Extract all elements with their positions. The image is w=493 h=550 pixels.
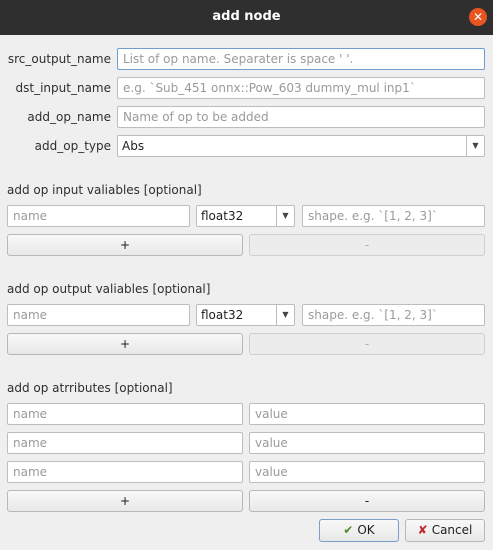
close-icon[interactable]: ✕ — [469, 8, 487, 26]
chevron-down-icon: ▼ — [276, 305, 294, 325]
check-arrow-icon: ✔ — [343, 523, 354, 537]
input-variables-title: add op input valiables [optional] — [7, 183, 202, 197]
attribute-value-input[interactable] — [249, 461, 485, 483]
add-attribute-button[interactable]: + — [7, 490, 243, 512]
add-op-type-value: Abs — [122, 139, 145, 153]
ok-button[interactable]: ✔ OK — [319, 519, 399, 542]
cancel-button-label: Cancel — [431, 523, 473, 537]
attribute-name-input[interactable] — [7, 403, 243, 425]
add-op-type-select[interactable]: Abs ▼ — [117, 135, 485, 157]
add-op-name-input[interactable] — [117, 106, 485, 128]
input-variable-dtype-value: float32 — [201, 209, 244, 223]
remove-output-variable-button[interactable]: - — [249, 333, 485, 355]
input-variable-shape-input[interactable] — [302, 205, 485, 227]
attribute-value-input[interactable] — [249, 403, 485, 425]
input-variable-dtype-select[interactable]: float32 ▼ — [196, 205, 295, 227]
remove-input-variable-button[interactable]: - — [249, 234, 485, 256]
dst-input-name-label: dst_input_name — [15, 81, 111, 95]
output-variable-dtype-select[interactable]: float32 ▼ — [196, 304, 295, 326]
attribute-value-input[interactable] — [249, 432, 485, 454]
add-op-type-label: add_op_type — [34, 139, 111, 153]
attribute-name-input[interactable] — [7, 432, 243, 454]
output-variable-shape-input[interactable] — [302, 304, 485, 326]
attribute-name-input[interactable] — [7, 461, 243, 483]
add-output-variable-button[interactable]: + — [7, 333, 243, 355]
input-variable-name-input[interactable] — [7, 205, 190, 227]
add-input-variable-button[interactable]: + — [7, 234, 243, 256]
cancel-button[interactable]: ✘ Cancel — [405, 519, 485, 542]
output-variables-title: add op output valiables [optional] — [7, 282, 211, 296]
output-variable-name-input[interactable] — [7, 304, 190, 326]
chevron-down-icon: ▼ — [276, 206, 294, 226]
chevron-down-icon: ▼ — [466, 136, 484, 156]
src-output-name-label: src_output_name — [7, 52, 111, 66]
remove-attribute-button[interactable]: - — [249, 490, 485, 512]
src-output-name-input[interactable] — [117, 48, 485, 70]
add-op-name-label: add_op_name — [27, 110, 111, 124]
output-variable-dtype-value: float32 — [201, 308, 244, 322]
x-mark-icon: ✘ — [417, 523, 428, 537]
title-bar: add node ✕ — [0, 0, 493, 35]
attributes-title: add op atrributes [optional] — [7, 381, 173, 395]
window-title: add node — [212, 9, 281, 24]
ok-button-label: OK — [357, 523, 375, 537]
dst-input-name-input[interactable] — [117, 77, 485, 99]
